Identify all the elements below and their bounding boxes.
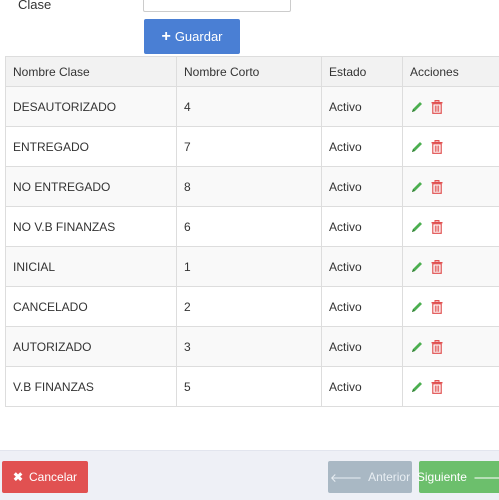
cell-nombre-corto: 8: [177, 167, 322, 207]
table-row: AUTORIZADO3Activo: [6, 327, 499, 367]
clases-table: Nombre Clase Nombre Corto Estado Accione…: [5, 56, 499, 407]
pencil-icon[interactable]: [410, 100, 424, 114]
cell-acciones: [403, 87, 499, 127]
guardar-button[interactable]: + Guardar: [144, 19, 240, 54]
table-row: ENTREGADO7Activo: [6, 127, 499, 167]
table-row: V.B FINANZAS5Activo: [6, 367, 499, 407]
pencil-icon[interactable]: [410, 180, 424, 194]
table-row: INICIAL1Activo: [6, 247, 499, 287]
header-estado[interactable]: Estado: [322, 57, 403, 87]
header-acciones: Acciones: [403, 57, 499, 87]
cell-nombre-corto: 7: [177, 127, 322, 167]
header-nombre-corto[interactable]: Nombre Corto: [177, 57, 322, 87]
pencil-icon[interactable]: [410, 380, 424, 394]
guardar-label: Guardar: [175, 29, 223, 44]
cell-acciones: [403, 367, 499, 407]
cell-nombre-clase: ENTREGADO: [6, 127, 177, 167]
table-row: CANCELADO2Activo: [6, 287, 499, 327]
trash-icon[interactable]: [431, 100, 443, 114]
cell-nombre-clase: DESAUTORIZADO: [6, 87, 177, 127]
wizard-footer: ✖ Cancelar 🡐 Anterior Siguiente 🡒: [0, 450, 499, 500]
next-label: Siguiente: [417, 470, 467, 484]
cell-estado: Activo: [322, 327, 403, 367]
row-actions: [410, 300, 498, 314]
cell-estado: Activo: [322, 207, 403, 247]
close-icon: ✖: [13, 470, 23, 484]
cell-acciones: [403, 287, 499, 327]
cell-nombre-clase: V.B FINANZAS: [6, 367, 177, 407]
cell-acciones: [403, 127, 499, 167]
row-actions: [410, 100, 498, 114]
arrow-left-icon: 🡐: [330, 470, 362, 485]
cell-estado: Activo: [322, 87, 403, 127]
cell-nombre-corto: 2: [177, 287, 322, 327]
clase-label: Clase: [18, 0, 51, 12]
arrow-right-icon: 🡒: [473, 470, 499, 485]
trash-icon[interactable]: [431, 340, 443, 354]
cell-nombre-corto: 3: [177, 327, 322, 367]
cell-acciones: [403, 247, 499, 287]
cell-nombre-clase: NO ENTREGADO: [6, 167, 177, 207]
pencil-icon[interactable]: [410, 220, 424, 234]
cell-estado: Activo: [322, 167, 403, 207]
trash-icon[interactable]: [431, 220, 443, 234]
cell-estado: Activo: [322, 287, 403, 327]
cell-nombre-corto: 5: [177, 367, 322, 407]
table-row: NO V.B FINANZAS6Activo: [6, 207, 499, 247]
clase-input[interactable]: [143, 0, 291, 12]
plus-icon: +: [161, 29, 170, 45]
cell-acciones: [403, 207, 499, 247]
row-actions: [410, 180, 498, 194]
pencil-icon[interactable]: [410, 260, 424, 274]
cell-estado: Activo: [322, 247, 403, 287]
pencil-icon[interactable]: [410, 300, 424, 314]
next-button[interactable]: Siguiente 🡒: [419, 461, 499, 493]
trash-icon[interactable]: [431, 300, 443, 314]
cell-estado: Activo: [322, 127, 403, 167]
row-actions: [410, 380, 498, 394]
table-row: DESAUTORIZADO4Activo: [6, 87, 499, 127]
trash-icon[interactable]: [431, 380, 443, 394]
table-header-row: Nombre Clase Nombre Corto Estado Accione…: [6, 57, 499, 87]
cancel-label: Cancelar: [29, 470, 77, 484]
table-row: NO ENTREGADO8Activo: [6, 167, 499, 207]
previous-button[interactable]: 🡐 Anterior: [328, 461, 412, 493]
cell-nombre-corto: 4: [177, 87, 322, 127]
cell-estado: Activo: [322, 367, 403, 407]
cell-acciones: [403, 327, 499, 367]
cell-nombre-clase: NO V.B FINANZAS: [6, 207, 177, 247]
previous-label: Anterior: [368, 470, 410, 484]
cell-acciones: [403, 167, 499, 207]
trash-icon[interactable]: [431, 260, 443, 274]
trash-icon[interactable]: [431, 180, 443, 194]
cell-nombre-clase: CANCELADO: [6, 287, 177, 327]
cell-nombre-clase: INICIAL: [6, 247, 177, 287]
cell-nombre-corto: 6: [177, 207, 322, 247]
row-actions: [410, 140, 498, 154]
cell-nombre-clase: AUTORIZADO: [6, 327, 177, 367]
header-nombre-clase[interactable]: Nombre Clase: [6, 57, 177, 87]
cell-nombre-corto: 1: [177, 247, 322, 287]
row-actions: [410, 220, 498, 234]
trash-icon[interactable]: [431, 140, 443, 154]
cancel-button[interactable]: ✖ Cancelar: [2, 461, 88, 493]
pencil-icon[interactable]: [410, 140, 424, 154]
pencil-icon[interactable]: [410, 340, 424, 354]
row-actions: [410, 340, 498, 354]
row-actions: [410, 260, 498, 274]
